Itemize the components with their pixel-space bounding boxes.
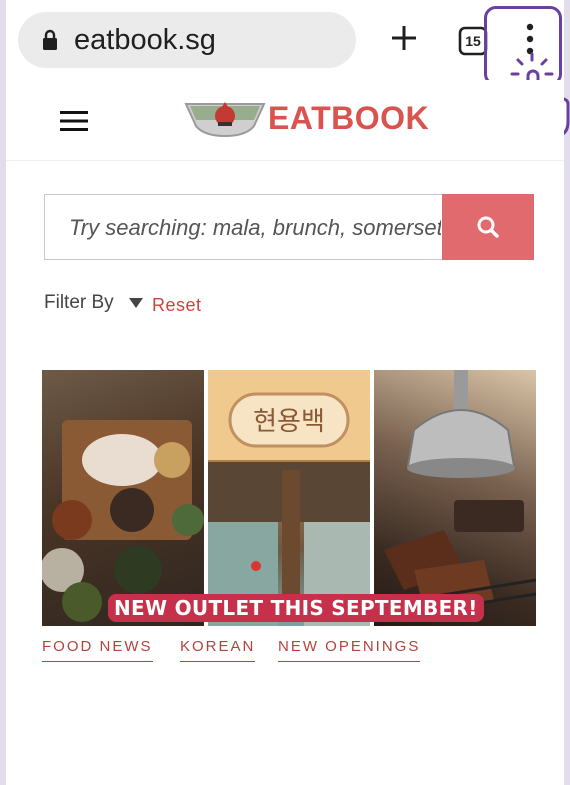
site-logo-text[interactable]: EATBOOK	[268, 100, 429, 137]
korean-sign-text: 현용백	[253, 407, 325, 437]
restaurant-storefront-photo: 현용백	[208, 370, 370, 626]
tag-food-news[interactable]: FOOD NEWS	[42, 638, 153, 662]
hamburger-menu-icon[interactable]	[60, 110, 88, 132]
new-tab-plus-icon[interactable]	[388, 22, 420, 54]
search-box	[44, 194, 443, 261]
article-banner-text: NEW OUTLET THIS SEPTEMBER!	[108, 594, 484, 622]
filter-by-label[interactable]: Filter By	[44, 292, 114, 314]
food-dishes-illustration	[42, 420, 204, 622]
search-button[interactable]	[442, 194, 534, 260]
search-icon	[477, 216, 499, 238]
lock-icon	[43, 29, 57, 50]
site-header: EATBOOK	[6, 80, 564, 161]
url-text: eatbook.sg	[74, 24, 216, 56]
food-spread-photo	[42, 370, 204, 626]
grill-photo	[374, 370, 536, 626]
caret-down-icon[interactable]	[128, 297, 144, 309]
eatbook-bowl-logo-icon[interactable]	[184, 96, 266, 138]
tag-new-openings[interactable]: NEW OPENINGS	[278, 638, 421, 662]
address-bar[interactable]: eatbook.sg	[18, 12, 356, 68]
search-input[interactable]	[45, 195, 443, 261]
reset-filter-link[interactable]: Reset	[152, 295, 202, 316]
browser-toolbar: eatbook.sg 15	[6, 0, 564, 81]
storefront-illustration: 현용백	[208, 370, 370, 626]
tag-korean[interactable]: KOREAN	[180, 638, 256, 662]
grill-hood-illustration	[374, 370, 536, 622]
article-thumbnail[interactable]: 현용백 NEW OUTLET THIS SEPTEMBER!	[42, 370, 536, 626]
